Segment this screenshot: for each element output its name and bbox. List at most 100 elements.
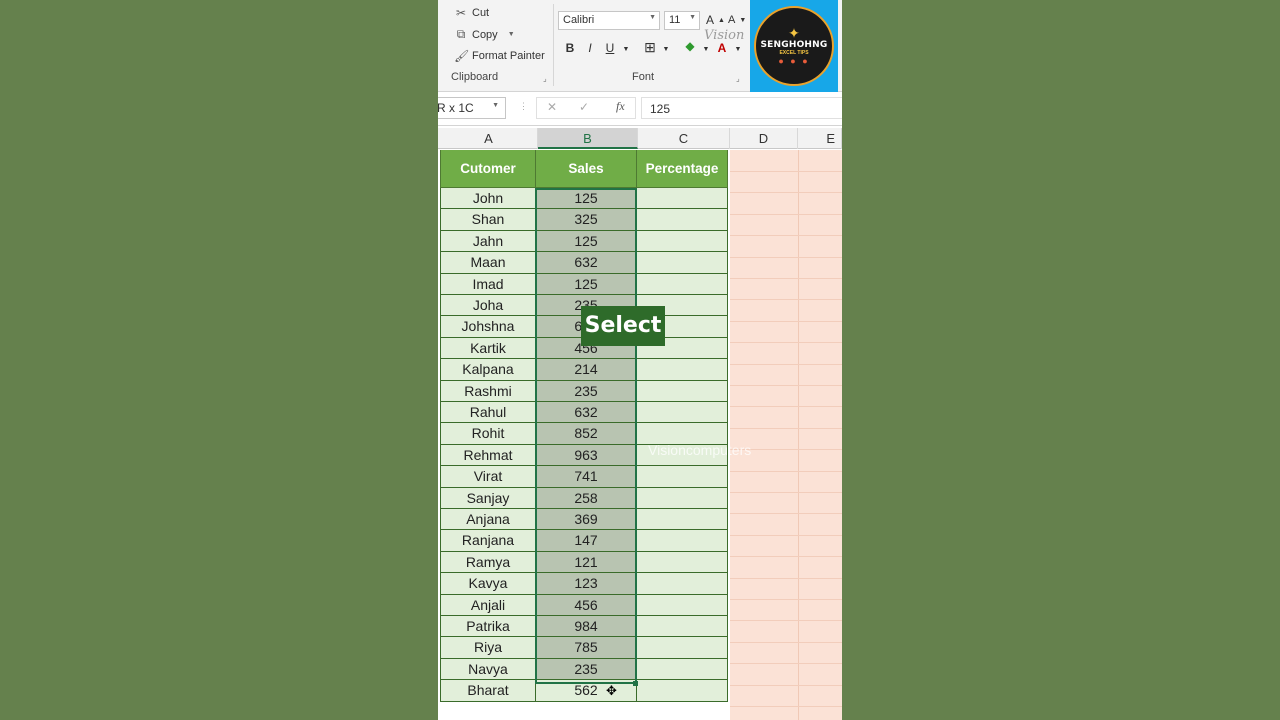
borders-icon[interactable]: ⊞ bbox=[642, 39, 658, 56]
header-cell-percentage[interactable]: Percentage bbox=[637, 150, 728, 188]
percentage-cell[interactable] bbox=[637, 637, 728, 659]
percentage-cell[interactable] bbox=[637, 530, 728, 552]
column-header-d[interactable]: D bbox=[730, 128, 798, 149]
dialog-launcher-icon[interactable]: ⌟ bbox=[543, 74, 547, 83]
font-color-icon[interactable]: A bbox=[714, 41, 730, 55]
customer-cell[interactable]: Anjali bbox=[440, 594, 536, 616]
font-size-select[interactable]: 11 ▼ bbox=[664, 11, 700, 30]
sales-cell[interactable]: 147 bbox=[536, 530, 637, 552]
percentage-cell[interactable] bbox=[637, 573, 728, 595]
customer-cell[interactable]: Anjana bbox=[440, 509, 536, 531]
customer-cell[interactable]: John bbox=[440, 188, 536, 210]
sales-cell[interactable]: 984 bbox=[536, 616, 637, 638]
customer-cell[interactable]: Rashmi bbox=[440, 380, 536, 402]
sales-cell[interactable]: 235 bbox=[536, 658, 637, 681]
percentage-cell[interactable] bbox=[637, 487, 728, 509]
italic-button[interactable]: I bbox=[582, 41, 598, 55]
customer-cell[interactable]: Bharat bbox=[440, 680, 536, 702]
sales-cell[interactable]: 235 bbox=[536, 380, 637, 402]
percentage-cell[interactable] bbox=[637, 188, 728, 210]
percentage-cell[interactable] bbox=[637, 230, 728, 253]
formula-input[interactable]: 125 bbox=[641, 97, 842, 119]
copy-button[interactable]: ⧉ Copy ▼ bbox=[454, 27, 515, 42]
customer-cell[interactable]: Virat bbox=[440, 466, 536, 488]
percentage-cell[interactable] bbox=[637, 616, 728, 638]
customer-cell[interactable]: Navya bbox=[440, 658, 536, 681]
insert-function-button[interactable]: fx bbox=[616, 99, 625, 114]
percentage-cell[interactable] bbox=[637, 466, 728, 488]
font-name-select[interactable]: Calibri ▼ bbox=[558, 11, 660, 30]
customer-cell[interactable]: Kartik bbox=[440, 337, 536, 360]
sales-cell[interactable]: 852 bbox=[536, 423, 637, 445]
percentage-cell[interactable] bbox=[637, 551, 728, 574]
customer-cell[interactable]: Maan bbox=[440, 252, 536, 274]
sales-cell[interactable]: 963 bbox=[536, 444, 637, 467]
sales-cell[interactable]: 125 bbox=[536, 273, 637, 295]
cut-button[interactable]: ✂ Cut bbox=[454, 6, 489, 20]
column-header-a[interactable]: A bbox=[440, 128, 538, 149]
customer-cell[interactable]: Ramya bbox=[440, 551, 536, 574]
cancel-icon[interactable]: ✕ bbox=[547, 100, 557, 114]
sales-cell[interactable]: 214 bbox=[536, 359, 637, 381]
customer-cell[interactable]: Rohit bbox=[440, 423, 536, 445]
sales-cell[interactable]: 125 bbox=[536, 188, 637, 210]
customer-cell[interactable]: Shan bbox=[440, 209, 536, 231]
percentage-cell[interactable] bbox=[637, 680, 728, 702]
customer-cell[interactable]: Riya bbox=[440, 637, 536, 659]
empty-cells-area[interactable] bbox=[730, 150, 842, 720]
dialog-launcher-icon[interactable]: ⌟ bbox=[736, 74, 740, 83]
percentage-cell[interactable] bbox=[637, 252, 728, 274]
percentage-cell[interactable] bbox=[637, 359, 728, 381]
sales-cell[interactable]: 456 bbox=[536, 594, 637, 616]
sales-cell[interactable]: 258 bbox=[536, 487, 637, 509]
percentage-cell[interactable] bbox=[637, 380, 728, 402]
column-header-c[interactable]: C bbox=[638, 128, 730, 149]
customer-cell[interactable]: Ranjana bbox=[440, 530, 536, 552]
customer-cell[interactable]: Joha bbox=[440, 295, 536, 317]
sales-cell[interactable]: 785 bbox=[536, 637, 637, 659]
customer-cell[interactable]: Rehmat bbox=[440, 444, 536, 467]
sales-cell[interactable]: 369 bbox=[536, 509, 637, 531]
bold-button[interactable]: B bbox=[562, 41, 578, 55]
column-header-b[interactable]: B bbox=[538, 128, 638, 149]
chevron-down-icon[interactable]: ▼ bbox=[618, 46, 634, 53]
sales-cell[interactable]: 325 bbox=[536, 209, 637, 231]
percentage-cell[interactable] bbox=[637, 402, 728, 424]
more-options-icon[interactable]: ⋮ bbox=[519, 101, 528, 112]
chevron-down-icon[interactable]: ▼ bbox=[508, 31, 515, 38]
percentage-cell[interactable] bbox=[637, 273, 728, 295]
underline-button[interactable]: U bbox=[602, 41, 618, 55]
sales-cell[interactable]: 632 bbox=[536, 252, 637, 274]
name-box[interactable]: R x 1C ▼ bbox=[438, 97, 506, 119]
percentage-cell[interactable] bbox=[637, 594, 728, 616]
header-cell-customer[interactable]: Cutomer bbox=[440, 150, 536, 188]
percentage-cell[interactable] bbox=[637, 209, 728, 231]
customer-cell[interactable]: Sanjay bbox=[440, 487, 536, 509]
increase-font-icon[interactable]: A ▲ bbox=[706, 13, 725, 27]
fill-handle[interactable] bbox=[633, 681, 638, 686]
sales-cell[interactable]: 121 bbox=[536, 551, 637, 574]
header-cell-sales[interactable]: Sales bbox=[536, 150, 637, 188]
customer-cell[interactable]: Johshna bbox=[440, 316, 536, 338]
chevron-down-icon[interactable]: ▼ bbox=[730, 46, 746, 53]
chevron-down-icon[interactable]: ▼ bbox=[658, 46, 674, 53]
customer-cell[interactable]: Rahul bbox=[440, 402, 536, 424]
percentage-cell[interactable] bbox=[637, 509, 728, 531]
customer-cell[interactable]: Imad bbox=[440, 273, 536, 295]
percentage-cell[interactable] bbox=[637, 658, 728, 681]
sales-cell[interactable]: 741 bbox=[536, 466, 637, 488]
decrease-font-icon[interactable]: A ▼ bbox=[728, 14, 746, 26]
sales-cell[interactable]: 562 bbox=[536, 680, 637, 702]
chevron-down-icon[interactable]: ▼ bbox=[698, 46, 714, 53]
customer-cell[interactable]: Jahn bbox=[440, 230, 536, 253]
sales-cell[interactable]: 123 bbox=[536, 573, 637, 595]
sales-cell[interactable]: 125 bbox=[536, 230, 637, 253]
column-header-e[interactable]: E bbox=[798, 128, 842, 149]
sales-cell[interactable]: 632 bbox=[536, 402, 637, 424]
fill-color-icon[interactable]: ◆ bbox=[682, 39, 698, 53]
customer-cell[interactable]: Patrika bbox=[440, 616, 536, 638]
chevron-down-icon[interactable]: ▼ bbox=[492, 102, 499, 109]
customer-cell[interactable]: Kalpana bbox=[440, 359, 536, 381]
customer-cell[interactable]: Kavya bbox=[440, 573, 536, 595]
enter-icon[interactable]: ✓ bbox=[579, 100, 589, 114]
